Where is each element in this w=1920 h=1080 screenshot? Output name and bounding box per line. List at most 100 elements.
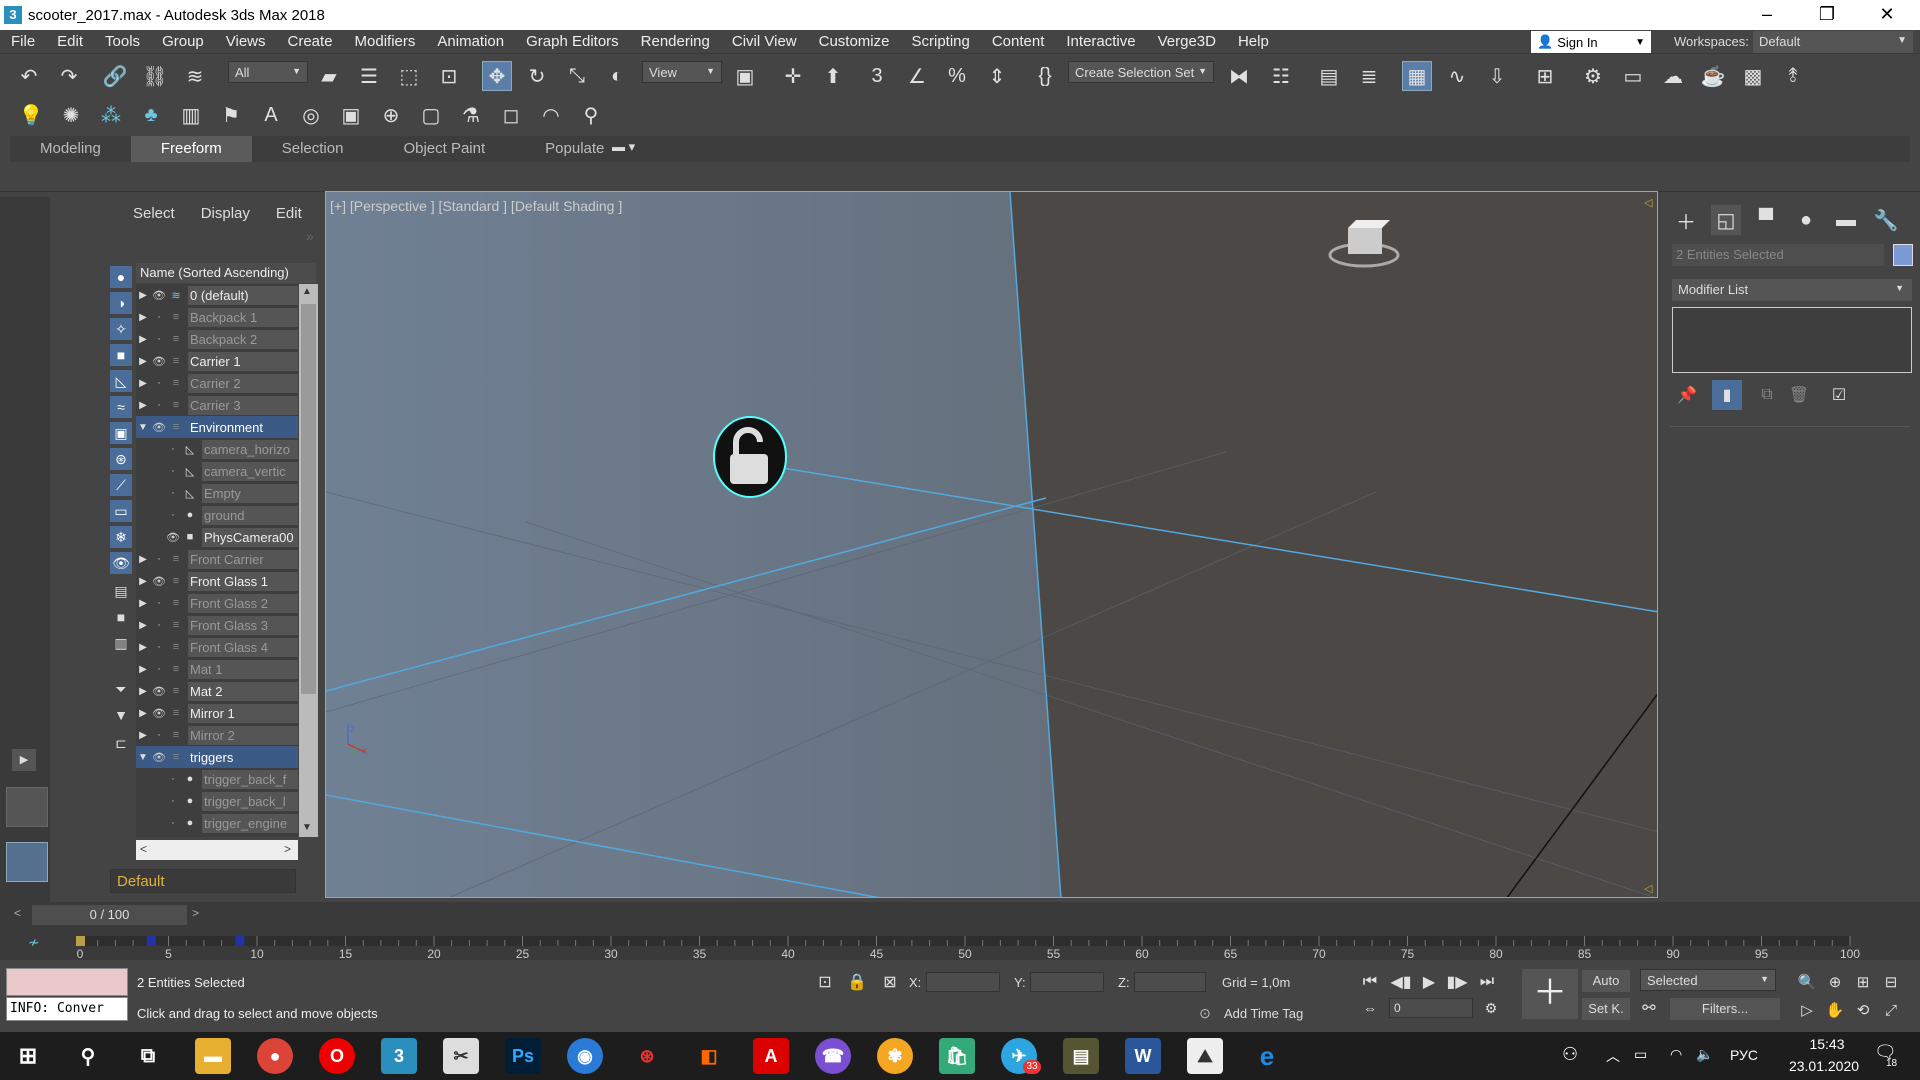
a360-render-icon[interactable]: ⥉ [1778,61,1808,91]
expand-arrow-icon[interactable]: ▶ [136,576,150,587]
viewport-layout-active[interactable] [6,842,48,882]
visibility-eye-icon[interactable]: 👁 [150,575,168,588]
y-coordinate-field[interactable] [1030,972,1104,992]
screen-icon[interactable]: ▢ [416,100,446,130]
scene-row[interactable]: ▶ · ≡ Mat 1 [136,658,298,680]
scene-row[interactable]: ▶ 👁 ≡ Front Glass 1 [136,570,298,592]
geometry-filter-icon[interactable]: ● [110,266,132,288]
opera-icon[interactable]: O [319,1038,355,1074]
helpers-filter-icon[interactable]: ◺ [110,370,132,392]
maxscript-listener[interactable] [6,968,128,996]
render-frame-icon[interactable]: ☁ [1658,61,1688,91]
percent-snap-icon[interactable]: % [942,61,972,91]
menu-create[interactable]: Create [277,33,344,50]
curve-editor-icon[interactable]: ∿ [1442,61,1472,91]
photo-icon[interactable]: ▣ [336,100,366,130]
winrar-icon[interactable]: ▤ [1063,1038,1099,1074]
render-production-icon[interactable]: ☕ [1698,61,1728,91]
hidden-icon[interactable]: · [164,443,182,455]
select-by-name-icon[interactable]: ☰ [354,61,384,91]
scene-row[interactable]: ▼ 👁 ≡ triggers [136,746,298,768]
filter-icon[interactable]: ⏷ [110,678,132,700]
pan-icon[interactable]: ✋ [1820,995,1850,1025]
filters-button[interactable]: Filters... [1670,998,1780,1020]
window-crossing-icon[interactable]: ⊡ [434,61,464,91]
scroll-right-icon[interactable]: > [284,842,291,856]
add-time-tag[interactable]: Add Time Tag [1224,1006,1303,1021]
display-all-icon[interactable]: ▤ [110,580,132,602]
render-setup-icon[interactable]: ▭ [1618,61,1648,91]
menu-scripting[interactable]: Scripting [900,33,980,50]
clock-time[interactable]: 15:43 [1790,1036,1864,1052]
pin-stack-icon[interactable]: 📌 [1672,380,1702,410]
expand-arrow-icon[interactable]: ▶ [136,312,150,323]
chrome-icon[interactable]: ● [257,1038,293,1074]
z-coordinate-field[interactable] [1134,972,1206,992]
bounce-icon[interactable]: ⚗ [456,100,486,130]
align-icon[interactable]: ☷ [1266,61,1296,91]
name-column-header[interactable]: Name (Sorted Ascending) [136,263,316,283]
scene-row[interactable]: · ◺ Empty [136,482,298,504]
scroll-thumb[interactable] [301,304,316,694]
prev-frame-icon[interactable]: < [14,906,21,920]
scene-scrollbar[interactable]: ▲ ▼ [299,284,318,837]
menu-tools[interactable]: Tools [94,33,151,50]
3dsmax-taskbar-icon[interactable]: 3 [381,1038,417,1074]
display-tab-icon[interactable]: ▬ [1831,205,1861,235]
link-icon[interactable]: 🔗 [100,61,130,91]
light-icon[interactable]: 💡 [16,100,46,130]
spinner-snap-icon[interactable]: ⇕ [982,61,1012,91]
time-tag-icon[interactable]: ⊙ [1190,998,1220,1028]
menu-rendering[interactable]: Rendering [630,33,721,50]
orbit-icon[interactable]: ⟲ [1848,995,1878,1025]
volume-icon[interactable]: 🔈 [1696,1046,1713,1063]
expand-arrow-icon[interactable]: ▶ [136,686,150,697]
select-manipulate-icon[interactable]: ✛ [778,61,808,91]
hidden-icon[interactable]: · [150,663,168,675]
view-icon[interactable]: ◠ [536,100,566,130]
selection-lock-icon[interactable]: 🔒 [842,967,872,997]
pivot-center-icon[interactable]: ▣ [730,61,760,91]
hidden-icon[interactable]: · [150,619,168,631]
hidden-icon[interactable]: · [150,641,168,653]
scale-icon[interactable]: ⤡ [562,61,592,91]
expand-arrow-icon[interactable]: ▶ [136,708,150,719]
sketch-icon[interactable]: ✂ [443,1038,479,1074]
xrefs-filter-icon[interactable]: ⊛ [110,448,132,470]
sign-in-dropdown[interactable]: 👤 Sign In ▼ [1531,31,1651,53]
unlink-icon[interactable]: ⛓ [140,61,170,91]
viewport-layout-single[interactable] [6,787,48,827]
store-icon[interactable]: 🛍 [939,1038,975,1074]
restore-button[interactable]: ❐ [1797,0,1857,30]
expand-arrow-icon[interactable]: ▶ [136,334,150,345]
set-key-button[interactable]: Set K. [1582,998,1630,1020]
modifier-stack[interactable] [1672,307,1912,373]
acrobat-icon[interactable]: A [753,1038,789,1074]
panel-collapse-icon[interactable]: » [306,228,314,244]
battery-icon[interactable]: ▭ [1634,1046,1647,1063]
menu-edit[interactable]: Edit [46,33,94,50]
key-mode-icon[interactable]: ⇔ [1355,993,1385,1023]
next-frame-button-icon[interactable]: ▮▶ [1442,967,1472,997]
angle-snap-icon[interactable]: ∠ [902,61,932,91]
search-icon[interactable]: ⚲ [70,1038,106,1074]
undo-icon[interactable]: ↶ [14,61,44,91]
menu-verge3d[interactable]: Verge3D [1147,33,1227,50]
menu-modifiers[interactable]: Modifiers [344,33,427,50]
scene-row[interactable]: · ● trigger_engine [136,812,298,834]
particles-icon[interactable]: ⁂ [96,100,126,130]
curve-editor-mini-icon[interactable]: ≁ [28,934,40,951]
snowflake-filter-icon[interactable]: ❄ [110,526,132,548]
menu-animation[interactable]: Animation [426,33,515,50]
viewport-label[interactable]: [+] [Perspective ] [Standard ] [Default … [330,198,622,214]
expand-icon[interactable]: ▶ [12,749,36,771]
visibility-eye-icon[interactable]: 👁 [150,355,168,368]
invert-display-icon[interactable]: ▥ [110,632,132,654]
auto-key-button[interactable]: Auto [1582,970,1630,992]
edit-named-selection-icon[interactable]: {} [1030,61,1060,91]
scene-menu-edit[interactable]: Edit [263,205,315,222]
visibility-eye-icon[interactable]: 👁 [150,421,168,434]
hierarchy-tab-icon[interactable]: ▀ [1751,205,1781,235]
previous-frame-icon[interactable]: ◀▮ [1386,967,1416,997]
bones-filter-icon[interactable]: ⟋ [110,474,132,496]
